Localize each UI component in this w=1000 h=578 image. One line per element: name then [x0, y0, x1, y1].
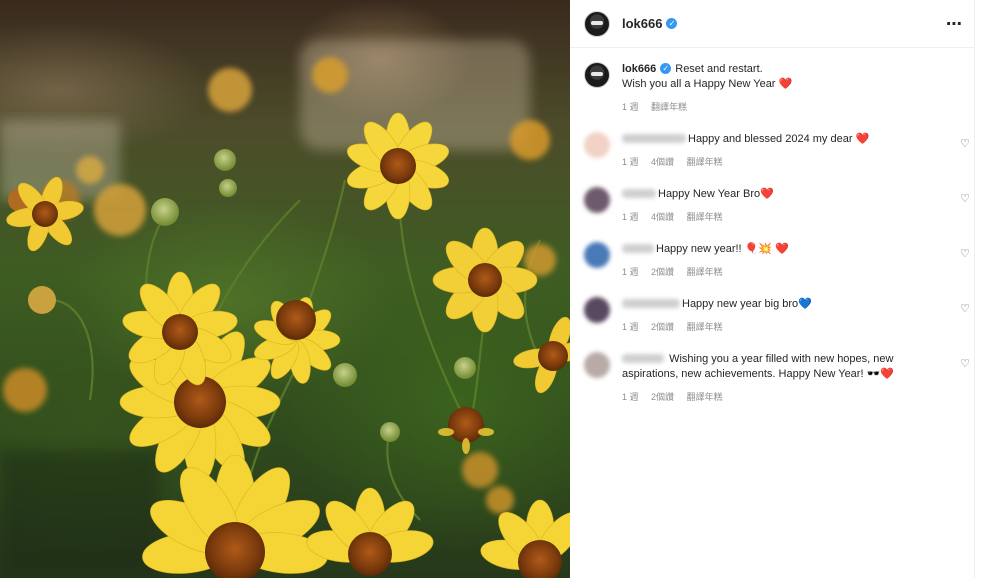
flower-illustration [0, 40, 570, 578]
comment-time: 1 週 [622, 392, 639, 402]
comment-avatar[interactable] [584, 352, 610, 378]
comment-meta: 1 週 4個讚 翻譯年糕 [622, 210, 942, 225]
comment-likes[interactable]: 2個讚 [651, 322, 674, 332]
post-caption: lok666 ✓ Reset and restart. Wish you all a… [584, 62, 964, 115]
comment-body: Wishing you a year filled with new hopes… [622, 352, 942, 405]
comment-text: Happy and blessed 2024 my dear [688, 133, 853, 145]
comment-likes[interactable]: 4個讚 [651, 157, 674, 167]
like-heart-icon[interactable]: ♡ [960, 357, 970, 370]
like-heart-icon[interactable]: ♡ [960, 192, 970, 205]
caption-avatar[interactable] [584, 62, 610, 88]
comment-text: Happy New Year Bro [658, 188, 761, 200]
commenter-name-redacted[interactable] [622, 299, 680, 308]
comment-text: Happy new year!! [656, 243, 742, 255]
caption-meta: 1 週 翻譯年糕 [622, 100, 792, 115]
comment-avatar[interactable] [584, 242, 610, 268]
comment-emoji: 🕶️❤️ [866, 368, 894, 380]
caption-translate-button[interactable]: 翻譯年糕 [651, 102, 687, 112]
author-username[interactable]: lok666 [622, 16, 662, 31]
commenter-name-redacted[interactable] [622, 189, 656, 198]
caption-time: 1 週 [622, 102, 639, 112]
comment-item: Happy and blessed 2024 my dear ❤️ 1 週 4個… [584, 132, 974, 170]
comment-body: Happy and blessed 2024 my dear ❤️ 1 週 4個… [622, 132, 942, 170]
comment-emoji: 🎈💥 ❤️ [744, 243, 789, 255]
comment-meta: 1 週 2個讚 翻譯年糕 [622, 265, 942, 280]
comment-emoji: 💙 [798, 298, 812, 310]
comment-translate-button[interactable]: 翻譯年糕 [687, 392, 723, 402]
comment-likes[interactable]: 2個讚 [651, 267, 674, 277]
comment-translate-button[interactable]: 翻譯年糕 [687, 322, 723, 332]
post-header: lok666 ✓ ⋯ [570, 0, 975, 48]
caption-heart-emoji: ❤️ [778, 78, 793, 90]
like-heart-icon[interactable]: ♡ [960, 137, 970, 150]
comment-likes[interactable]: 4個讚 [651, 212, 674, 222]
comment-time: 1 週 [622, 157, 639, 167]
comment-avatar[interactable] [584, 297, 610, 323]
commenter-name-redacted[interactable] [622, 354, 664, 363]
caption-verified-icon: ✓ [660, 63, 672, 74]
comment-meta: 1 週 2個讚 翻譯年糕 [622, 320, 942, 335]
comment-meta: 1 週 2個讚 翻譯年糕 [622, 390, 942, 405]
post-side-panel: lok666 ✓ ⋯ lok666 ✓ Reset and restart. Wis… [570, 0, 1000, 578]
comment-emoji: ❤️ [760, 188, 774, 200]
post-photo[interactable] [0, 0, 570, 578]
comment-item: Happy New Year Bro❤️ 1 週 4個讚 翻譯年糕 ♡ [584, 187, 974, 225]
caption-line2: Wish you all a Happy New Year [622, 78, 776, 90]
comment-avatar[interactable] [584, 132, 610, 158]
comment-translate-button[interactable]: 翻譯年糕 [687, 157, 723, 167]
comments-column: lok666 ✓ ⋯ lok666 ✓ Reset and restart. Wis… [570, 0, 975, 578]
caption-line1: Reset and restart. [675, 63, 763, 75]
verified-badge-icon: ✓ [666, 18, 678, 29]
comment-time: 1 週 [622, 267, 639, 277]
comment-text: Happy new year big bro [682, 298, 799, 310]
comment-avatar[interactable] [584, 187, 610, 213]
like-heart-icon[interactable]: ♡ [960, 302, 970, 315]
comment-body: Happy new year big bro💙 1 週 2個讚 翻譯年糕 [622, 297, 942, 335]
comment-translate-button[interactable]: 翻譯年糕 [687, 212, 723, 222]
comment-meta: 1 週 4個讚 翻譯年糕 [622, 155, 942, 170]
comment-emoji: ❤️ [855, 133, 870, 145]
instagram-post: lok666 ✓ ⋯ lok666 ✓ Reset and restart. Wis… [0, 0, 1000, 578]
caption-username[interactable]: lok666 [622, 63, 656, 75]
comment-time: 1 週 [622, 322, 639, 332]
panel-edge-divider [974, 0, 975, 578]
comment-time: 1 週 [622, 212, 639, 222]
caption-text: lok666 ✓ Reset and restart. Wish you all a… [622, 62, 792, 115]
author-avatar[interactable] [584, 10, 610, 37]
comment-body: Happy new year!! 🎈💥 ❤️ 1 週 2個讚 翻譯年糕 [622, 242, 942, 280]
more-options-icon[interactable]: ⋯ [946, 14, 963, 34]
comment-likes[interactable]: 2個讚 [651, 392, 674, 402]
comment-item: Wishing you a year filled with new hopes… [584, 352, 974, 405]
comment-item: Happy new year!! 🎈💥 ❤️ 1 週 2個讚 翻譯年糕 ♡ [584, 242, 974, 280]
comment-item: Happy new year big bro💙 1 週 2個讚 翻譯年糕 ♡ [584, 297, 974, 335]
comment-translate-button[interactable]: 翻譯年糕 [687, 267, 723, 277]
commenter-name-redacted[interactable] [622, 244, 654, 253]
comment-body: Happy New Year Bro❤️ 1 週 4個讚 翻譯年糕 [622, 187, 942, 225]
like-heart-icon[interactable]: ♡ [960, 247, 970, 260]
commenter-name-redacted[interactable] [622, 134, 686, 143]
